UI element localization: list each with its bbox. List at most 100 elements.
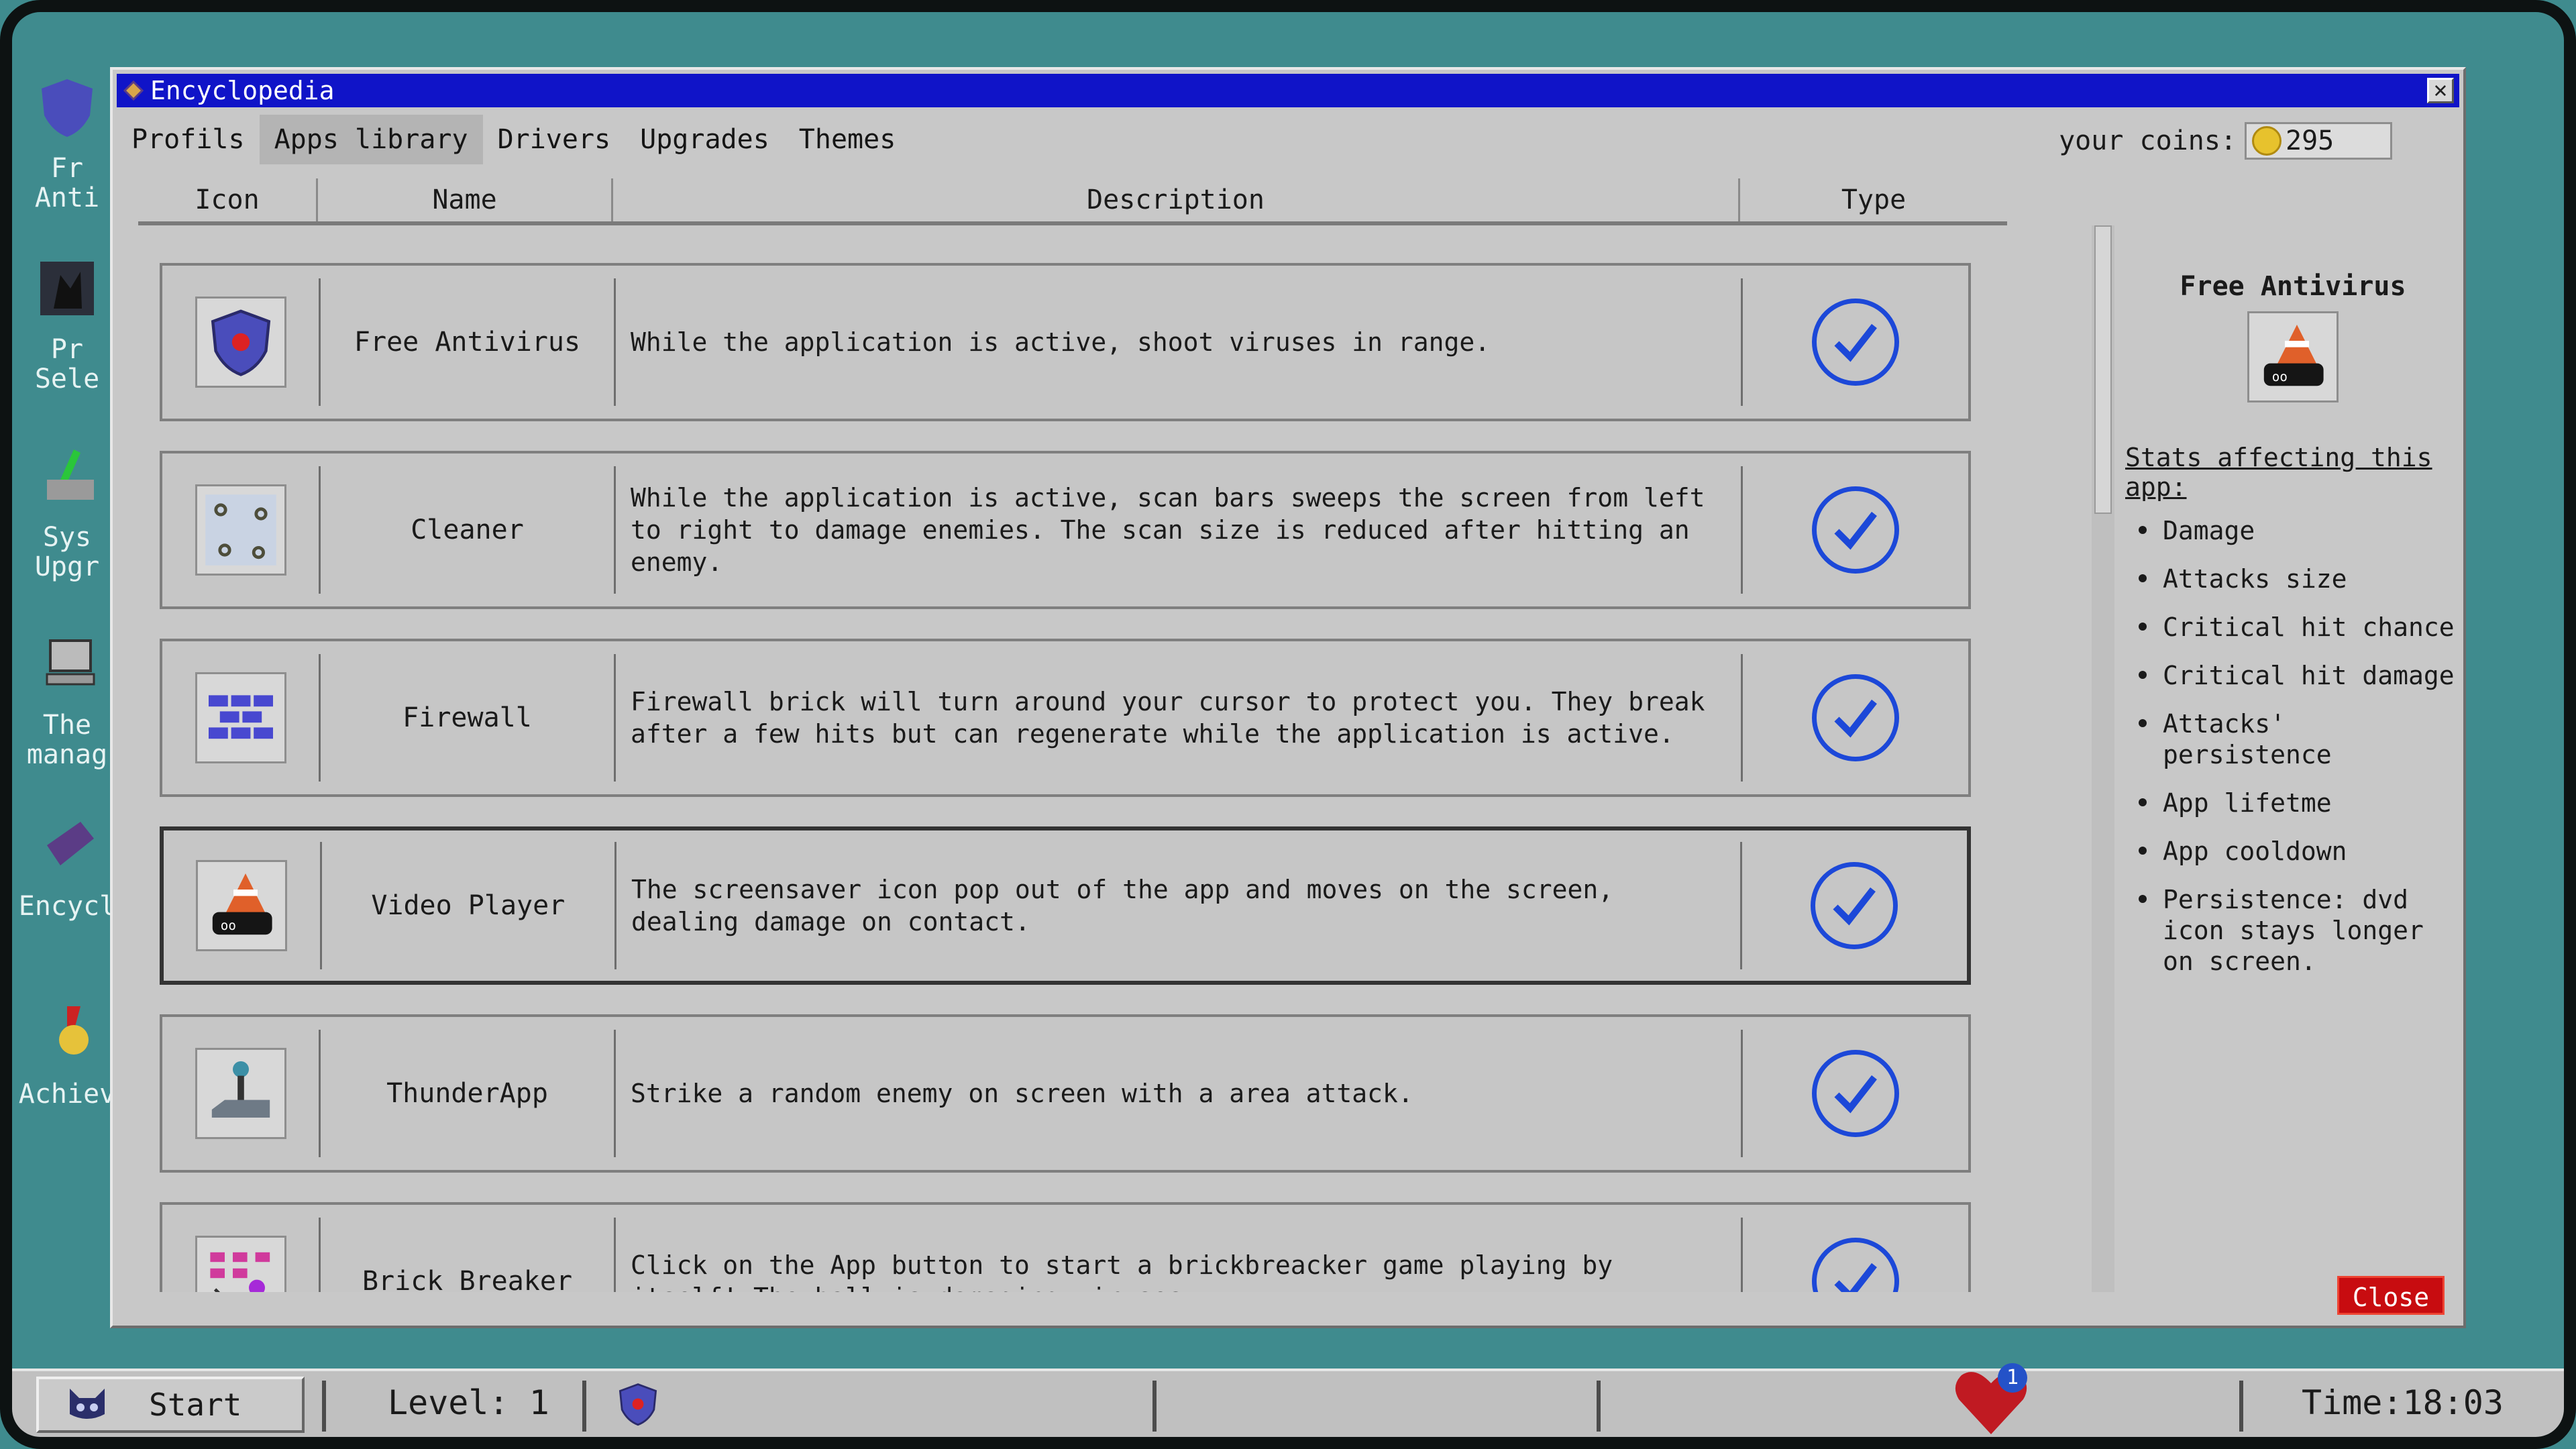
encyclopedia-app-icon — [123, 80, 144, 101]
coins-label: your coins: — [2059, 125, 2237, 156]
checkmark-icon — [1811, 862, 1898, 949]
tab-profils[interactable]: Profils — [117, 115, 260, 164]
desktop-icon-label: Achiev — [18, 1079, 116, 1110]
stat-item: Damage — [2139, 515, 2461, 546]
tab-apps-library[interactable]: Apps library — [259, 115, 483, 164]
tab-upgrades[interactable]: Upgrades — [625, 115, 784, 164]
table-row[interactable]: Brick Breaker Click on the App button to… — [160, 1202, 1971, 1292]
traffic-cone-icon: oo — [213, 873, 272, 935]
coins-box: 295 — [2245, 122, 2392, 160]
taskbar-separator — [582, 1381, 586, 1432]
table-row[interactable]: Cleaner While the application is active,… — [160, 451, 1971, 609]
desktop-icon-label: Pr Sele — [34, 334, 100, 394]
row-name: Cleaner — [321, 466, 616, 594]
desktop-icon-system-upgrades[interactable]: Sys Upgr — [13, 443, 121, 582]
svg-text:oo: oo — [221, 918, 236, 933]
row-type-cell — [1743, 278, 1968, 406]
table-row[interactable]: Firewall Firewall brick will turn around… — [160, 639, 1971, 797]
row-icon-cell: oo — [164, 842, 322, 969]
window-title: Encyclopedia — [150, 76, 335, 105]
row-icon-cell — [162, 1218, 321, 1292]
cat-icon — [40, 262, 94, 315]
row-description: Click on the App button to start a brick… — [616, 1218, 1743, 1292]
row-name: Video Player — [322, 842, 616, 969]
stat-item: Critical hit chance — [2139, 612, 2461, 643]
brick-breaker-icon — [209, 1252, 270, 1292]
cat-logo-icon — [70, 1389, 105, 1419]
brick-wall-icon — [208, 695, 273, 739]
row-name: Firewall — [321, 654, 616, 782]
app-detail-panel: Free Antivirus oo Stats affecting this a… — [2125, 271, 2461, 994]
desktop-icon-encyclopedia[interactable]: Encycl — [13, 812, 121, 921]
taskbar-separator — [1597, 1381, 1601, 1432]
table-row[interactable]: oo Video Player The screensaver icon pop… — [160, 826, 1971, 985]
row-icon-cell — [162, 654, 321, 782]
tab-themes[interactable]: Themes — [784, 115, 911, 164]
table-row[interactable]: ThunderApp Strike a random enemy on scre… — [160, 1014, 1971, 1173]
window-titlebar[interactable]: Encyclopedia ✕ — [117, 74, 2459, 107]
row-description: The screensaver icon pop out of the app … — [616, 842, 1742, 969]
desktop-icon-label: Encycl — [18, 891, 116, 922]
checkmark-icon — [1812, 674, 1899, 761]
book-icon — [47, 822, 94, 865]
row-name: Brick Breaker — [321, 1218, 616, 1292]
menu-bar: Profils Apps library Drivers Upgrades Th… — [117, 113, 2459, 166]
column-header-type: Type — [1841, 184, 1907, 215]
shield-icon — [211, 309, 270, 376]
notification-badge: 1 — [1998, 1363, 2027, 1393]
shield-icon[interactable] — [614, 1381, 661, 1428]
tab-drivers[interactable]: Drivers — [483, 115, 626, 164]
apps-table: Icon Name Description Type Free Antiviru… — [138, 178, 2034, 1292]
table-scrollbar[interactable] — [2092, 225, 2114, 1292]
shield-icon — [42, 79, 93, 137]
medal-icon — [59, 1006, 89, 1055]
close-button[interactable]: Close — [2337, 1276, 2445, 1315]
computer-icon — [46, 639, 95, 686]
desktop-icon-profile-selection[interactable]: Pr Sele — [13, 255, 121, 394]
checkmark-icon — [1812, 1238, 1899, 1292]
stat-item: Attacks' persistence — [2139, 708, 2461, 770]
stat-item: App lifetme — [2139, 788, 2461, 818]
scrollbar-thumb[interactable] — [2094, 225, 2112, 514]
table-header: Icon Name Description Type — [138, 178, 2007, 225]
taskbar-separator — [322, 1381, 326, 1432]
stats-heading: Stats affecting this app: — [2125, 443, 2432, 502]
row-icon-cell — [162, 1030, 321, 1157]
row-type-cell — [1743, 1218, 1968, 1292]
coins-value: 295 — [2286, 125, 2334, 156]
stat-item: Persistence: dvd icon stays longer on sc… — [2139, 884, 2461, 977]
table-body: Free Antivirus While the application is … — [138, 229, 1990, 1292]
row-name: Free Antivirus — [321, 278, 616, 406]
checkmark-icon — [1812, 486, 1899, 574]
row-type-cell — [1743, 654, 1968, 782]
row-description: Strike a random enemy on screen with a a… — [616, 1030, 1743, 1157]
traffic-cone-icon: oo — [2263, 325, 2324, 386]
desktop-icon-achievements[interactable]: Achiev — [13, 1000, 121, 1109]
row-description: Firewall brick will turn around your cur… — [616, 654, 1743, 782]
taskbar-separator — [1152, 1381, 1157, 1432]
column-header-name: Name — [318, 178, 613, 221]
row-icon-cell — [162, 278, 321, 406]
clock: Time:18:03 — [2301, 1383, 2504, 1422]
column-header-description: Description — [613, 178, 1740, 221]
desktop-icon-antivirus[interactable]: Fr Anti — [13, 74, 121, 213]
scanner-icon — [205, 494, 276, 566]
window-close-icon[interactable]: ✕ — [2427, 78, 2454, 103]
desktop-icon-label: Sys Upgr — [34, 522, 100, 582]
stat-item: App cooldown — [2139, 836, 2461, 867]
joystick-icon — [211, 1061, 270, 1118]
start-button[interactable]: Start — [36, 1377, 305, 1433]
svg-text:oo: oo — [2272, 369, 2288, 384]
detail-title: Free Antivirus — [2180, 271, 2406, 302]
row-type-cell — [1743, 1030, 1968, 1157]
checkmark-icon — [1812, 299, 1899, 386]
taskbar: Start Level: 1 1 Time:18:03 — [12, 1363, 2564, 1437]
detail-icon: oo — [2247, 311, 2339, 402]
row-description: While the application is active, shoot v… — [616, 278, 1743, 406]
row-description: While the application is active, scan ba… — [616, 466, 1743, 594]
desktop-icon-theme-manager[interactable]: The manag — [13, 631, 121, 769]
row-type-cell — [1743, 466, 1968, 594]
table-row[interactable]: Free Antivirus While the application is … — [160, 263, 1971, 421]
stat-item: Attacks size — [2139, 564, 2461, 594]
checkmark-icon — [1812, 1050, 1899, 1137]
